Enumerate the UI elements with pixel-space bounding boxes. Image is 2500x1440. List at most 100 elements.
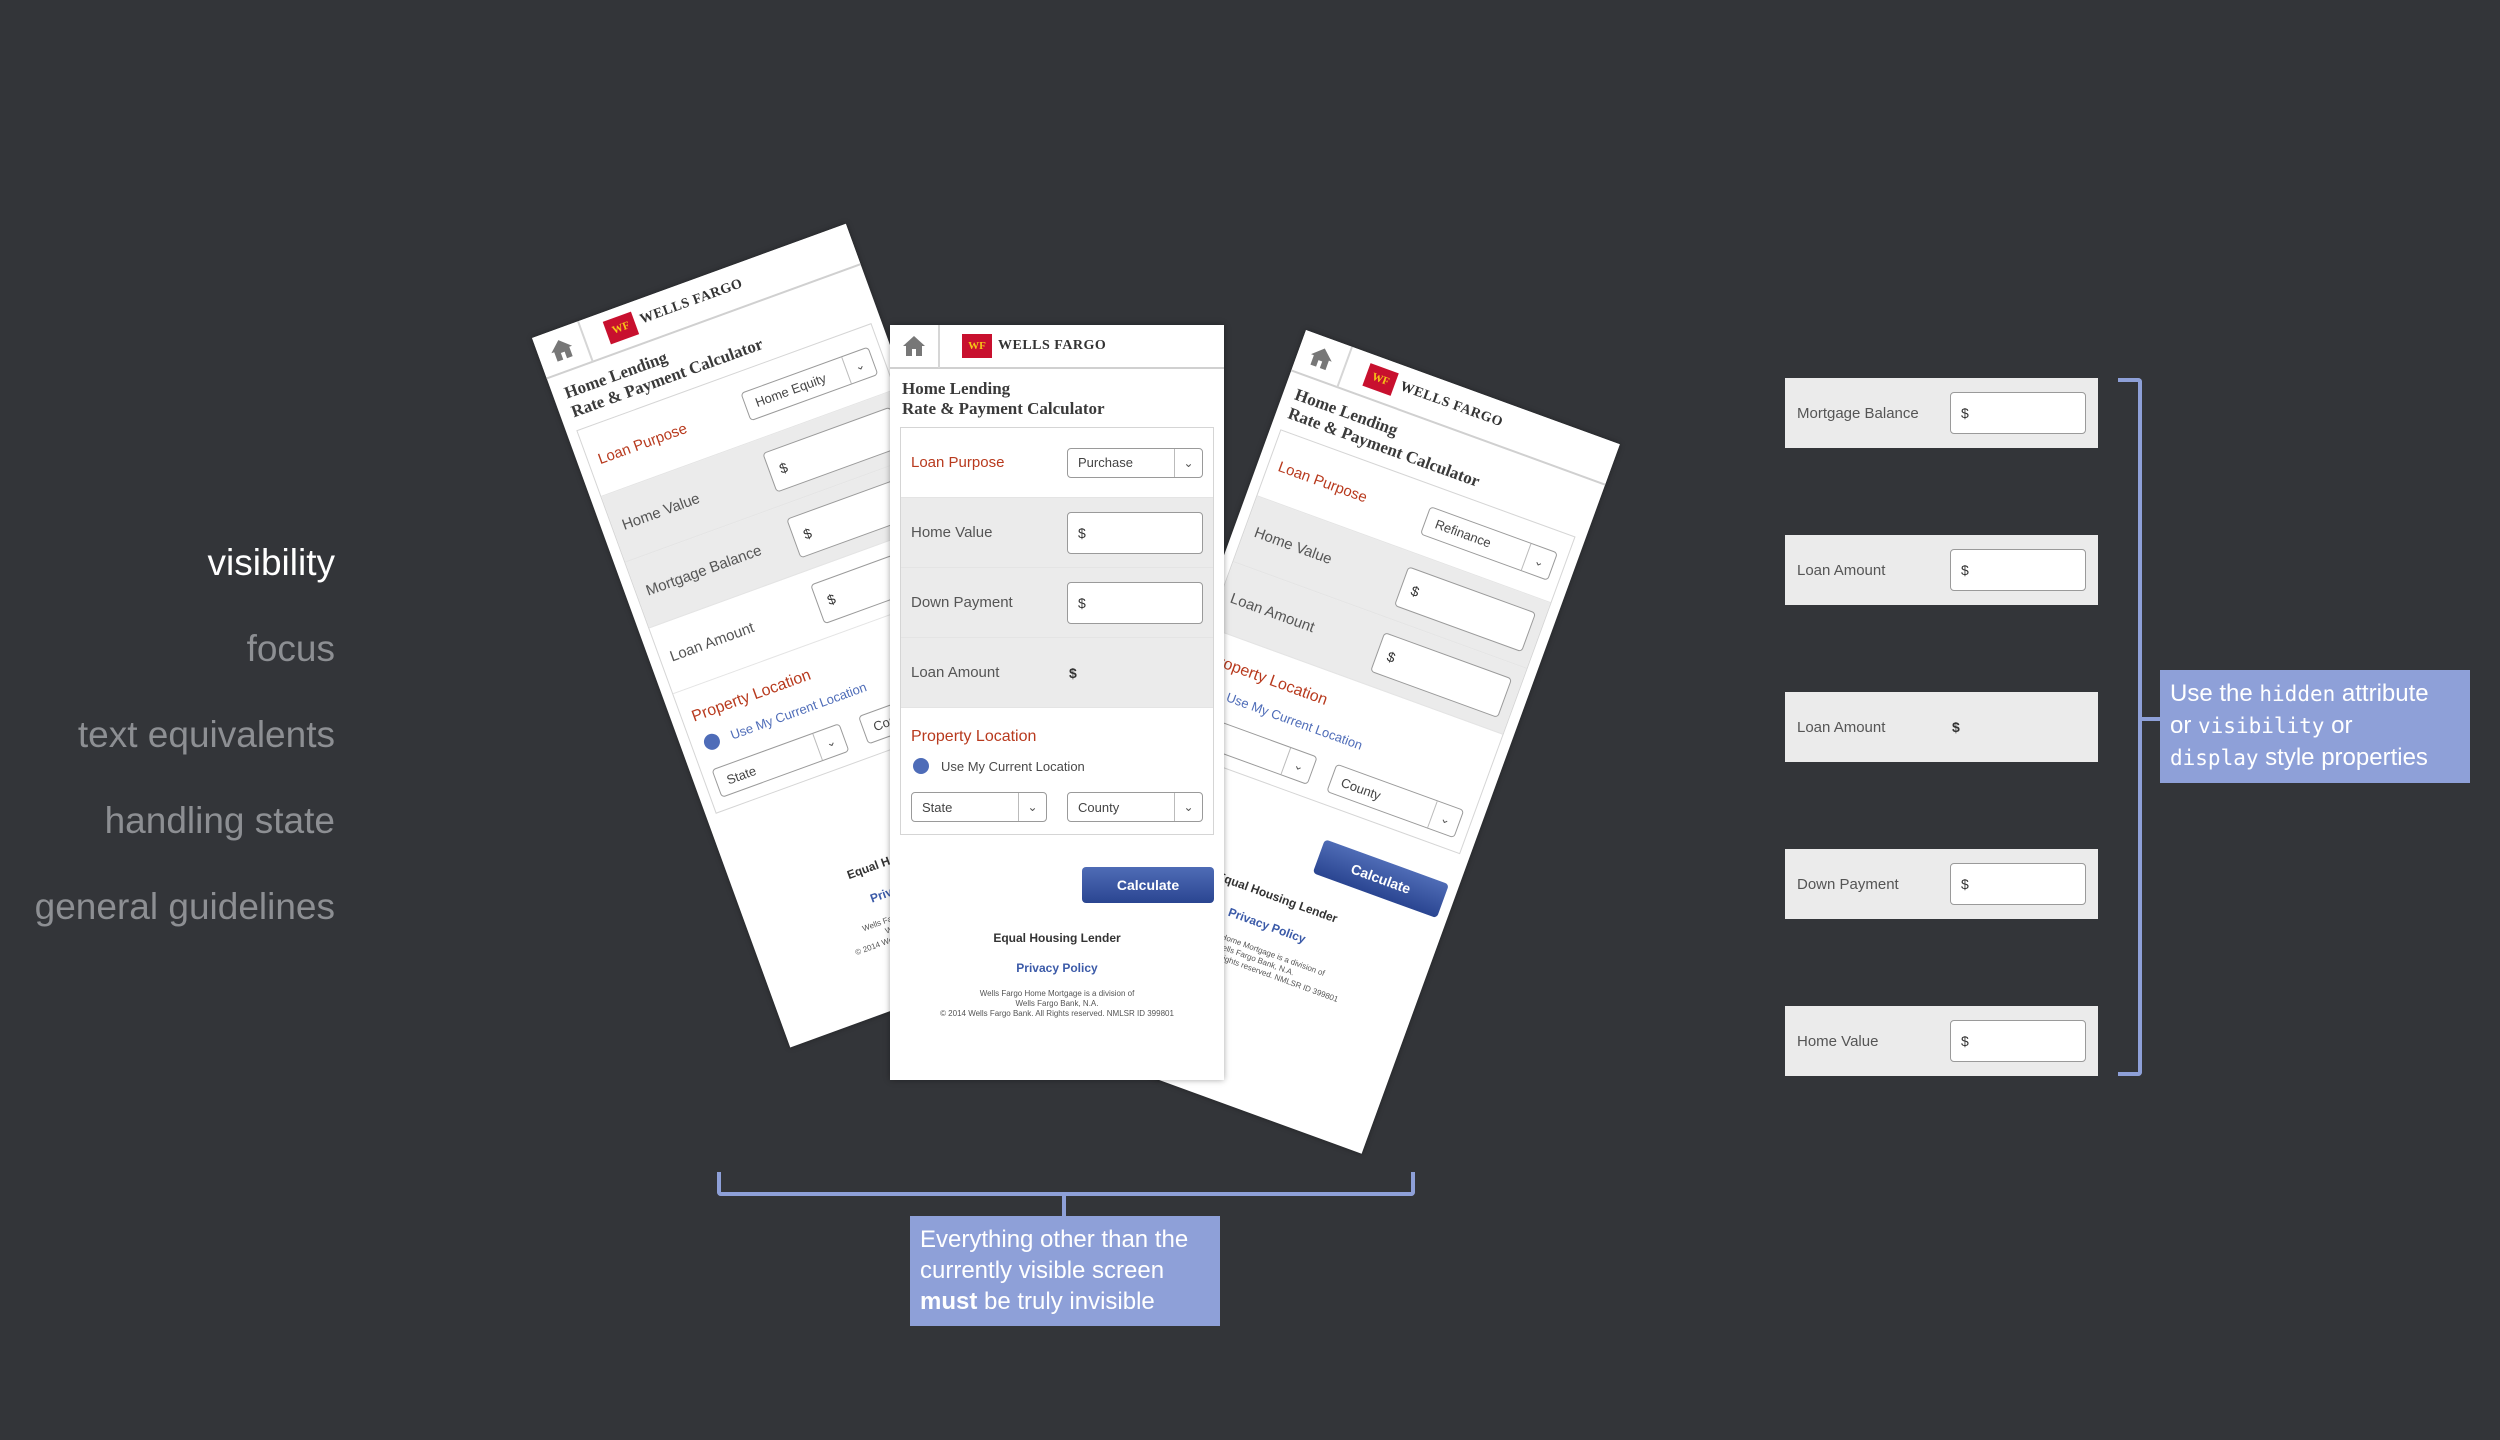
county-value: County (1078, 799, 1120, 815)
home-icon[interactable] (890, 325, 940, 368)
loan-amount-row: Loan Amount $ (901, 638, 1213, 708)
snippet-input[interactable]: $ (1950, 392, 2086, 434)
callout-code: visibility (2198, 714, 2325, 738)
callout-line-1: Everything other than the (920, 1226, 1189, 1253)
fine-print-3: © 2014 Wells Fargo Bank. All Rights rese… (940, 1009, 1174, 1018)
chevron-down-icon: ⌄ (1521, 543, 1557, 580)
privacy-policy-link[interactable]: Privacy Policy (890, 961, 1224, 975)
snippet-down-payment: Down Payment $ (1785, 849, 2098, 919)
mortgage-balance-label: Mortgage Balance (643, 541, 764, 600)
snippet-loan-amount-input: Loan Amount $ (1785, 535, 2098, 605)
phone-screen-purchase: WF WELLS FARGO Home Lending Rate & Payme… (890, 325, 1224, 1080)
state-value: State (724, 762, 759, 788)
snippet-input[interactable]: $ (1950, 1020, 2086, 1062)
use-location-link[interactable]: Use My Current Location (911, 758, 1203, 774)
wf-logo-text: WELLS FARGO (998, 338, 1107, 353)
nav-item-visibility[interactable]: visibility (0, 520, 335, 606)
county-select[interactable]: County ⌄ (1067, 792, 1203, 822)
callout-text: Use the (2170, 680, 2260, 707)
location-arrow-icon (701, 731, 723, 753)
callout-code: hidden (2259, 682, 2336, 706)
snippet-label: Mortgage Balance (1797, 404, 1919, 422)
chevron-down-icon: ⌄ (1018, 793, 1046, 821)
loan-purpose-label: Loan Purpose (595, 420, 690, 469)
snippet-home-value: Home Value $ (1785, 1006, 2098, 1076)
equal-housing-lender: Equal Housing Lender (993, 931, 1121, 945)
loan-purpose-select[interactable]: Purchase ⌄ (1067, 447, 1203, 478)
loan-purpose-label: Loan Purpose (911, 454, 1005, 471)
nav-item-text-equivalents[interactable]: text equivalents (0, 692, 335, 778)
nav-item-handling-state[interactable]: handling state (0, 778, 335, 864)
callout-text: or (2170, 712, 2199, 739)
snippet-input[interactable]: $ (1950, 863, 2086, 905)
callout-bold-must: must (920, 1288, 978, 1315)
snippet-loan-amount-static: Loan Amount $ (1785, 692, 2098, 762)
wf-logo-mark: WF (602, 311, 640, 345)
callout-right-line-2: or visibility or (2170, 710, 2460, 742)
calculate-button[interactable]: Calculate (1082, 867, 1214, 903)
callout-text: attribute (2335, 680, 2429, 707)
calculate-button[interactable]: Calculate (1312, 839, 1450, 919)
home-value-label: Home Value (1251, 524, 1335, 569)
calculator-form: Loan Purpose Purchase ⌄ Home Value $ Dow… (900, 427, 1214, 835)
fine-print-2: Wells Fargo Bank, N.A. (1015, 999, 1099, 1008)
topic-nav: visibility focus text equivalents handli… (0, 520, 335, 950)
callout-hidden-attribute: Use the hidden attribute or visibility o… (2160, 670, 2470, 783)
page-title: Home Lending Rate & Payment Calculator (890, 369, 1224, 427)
bracket-horizontal-stem (1062, 1194, 1066, 1218)
location-arrow-icon (913, 758, 929, 774)
callout-right-line-3: display style properties (2170, 742, 2460, 774)
wells-fargo-logo: WF WELLS FARGO (962, 334, 1106, 358)
snippet-input[interactable]: $ (1950, 549, 2086, 591)
location-selects: State ⌄ County ⌄ (911, 792, 1203, 822)
wf-logo-mark: WF (1362, 363, 1399, 396)
snippet-label: Home Value (1797, 1032, 1879, 1050)
wf-logo-mark: WF (962, 334, 992, 358)
use-location-label: Use My Current Location (941, 758, 1085, 774)
down-payment-input[interactable]: $ (1067, 581, 1203, 624)
title-line-2: Rate & Payment Calculator (902, 399, 1105, 418)
home-value-input[interactable]: $ (1067, 511, 1203, 554)
snippet-label: Down Payment (1797, 875, 1899, 893)
title-line-1: Home Lending (902, 379, 1011, 398)
callout-line-3-rest: be truly invisible (977, 1288, 1155, 1315)
chevron-down-icon: ⌄ (812, 724, 849, 761)
loan-purpose-value: Purchase (1078, 455, 1133, 470)
loan-amount-label: Loan Amount (1227, 589, 1317, 637)
state-select[interactable]: State ⌄ (911, 792, 1047, 822)
loan-purpose-value: Refinance (1433, 516, 1494, 551)
home-value-label: Home Value (911, 524, 993, 541)
bracket-vertical (2118, 378, 2142, 1076)
property-location-section: Property Location Use My Current Locatio… (901, 708, 1213, 834)
nav-item-focus[interactable]: focus (0, 606, 335, 692)
loan-purpose-row: Loan Purpose Purchase ⌄ (901, 428, 1213, 498)
phone-header: WF WELLS FARGO (890, 325, 1224, 369)
callout-line-3: must be truly invisible (920, 1286, 1210, 1317)
down-payment-row: Down Payment $ (901, 568, 1213, 638)
down-payment-label: Down Payment (911, 594, 1013, 611)
bracket-horizontal (717, 1172, 1415, 1196)
chevron-down-icon: ⌄ (1427, 801, 1464, 838)
loan-purpose-label: Loan Purpose (1275, 458, 1370, 507)
loan-amount-value: $ (1069, 664, 1077, 681)
loan-amount-label: Loan Amount (667, 619, 757, 666)
snippet-label: Loan Amount (1797, 718, 1886, 736)
calculate-wrap: Calculate (890, 835, 1224, 931)
callout-text: style properties (2258, 744, 2428, 771)
snippet-label: Loan Amount (1797, 561, 1886, 579)
snippet-mortgage-balance: Mortgage Balance $ (1785, 378, 2098, 448)
callout-right-line-1: Use the hidden attribute (2170, 678, 2460, 710)
loan-purpose-value: Home Equity (753, 370, 829, 410)
property-location-title: Property Location (911, 728, 1037, 745)
state-value: State (922, 799, 953, 815)
callout-invisible-screens: Everything other than the currently visi… (910, 1216, 1220, 1326)
chevron-down-icon: ⌄ (1174, 793, 1202, 821)
callout-text: or (2324, 712, 2353, 739)
callout-line-2: currently visible screen (920, 1257, 1165, 1284)
chevron-down-icon: ⌄ (1174, 448, 1202, 477)
nav-item-general-guidelines[interactable]: general guidelines (0, 864, 335, 950)
callout-code: display (2170, 746, 2259, 770)
snippet-static-value: $ (1952, 719, 1960, 735)
home-value-row: Home Value $ (901, 498, 1213, 568)
footer: Equal Housing Lender Privacy Policy Well… (890, 931, 1224, 1019)
